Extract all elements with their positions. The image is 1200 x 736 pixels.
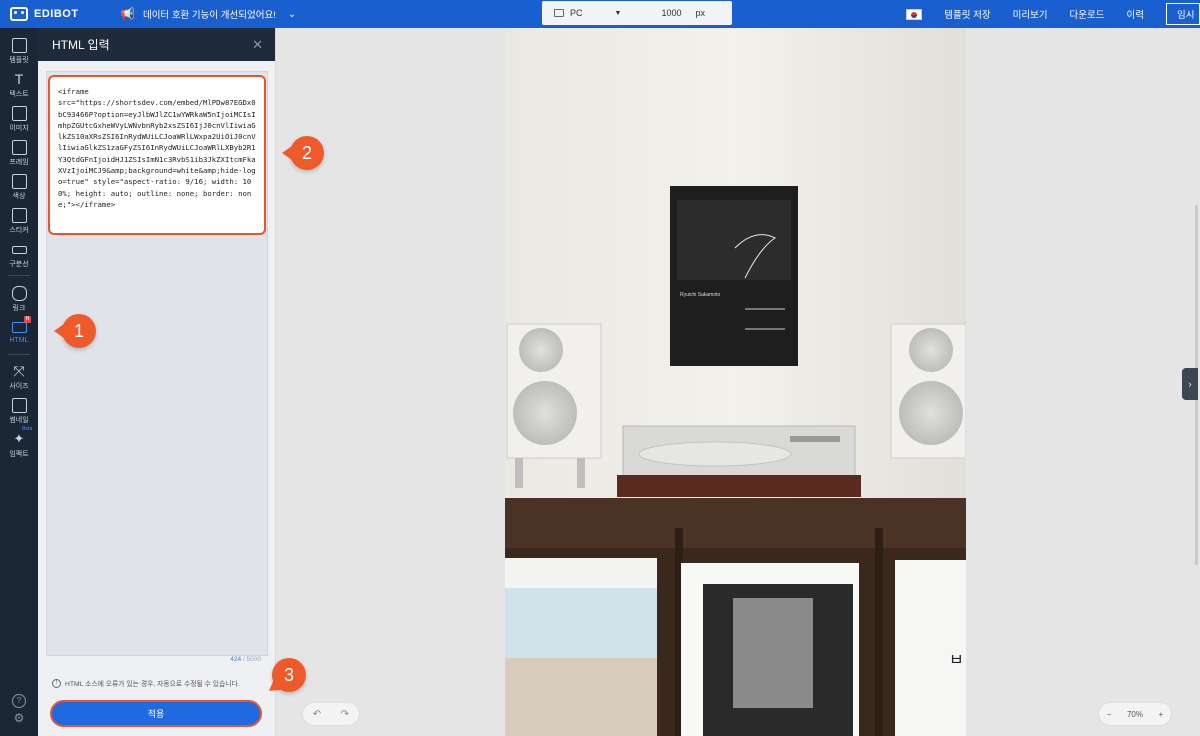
callout-1: 1 [54,314,96,348]
new-badge: N [24,316,31,323]
rail-item-image[interactable]: 이미지 [0,106,38,133]
info-icon: ! [52,678,61,688]
zoom-level: 70% [1126,709,1143,719]
rail-item-label: 텍스트 [9,91,29,98]
frame-icon [11,140,27,155]
history-button[interactable]: 이력 [1127,7,1144,21]
top-actions: 템플릿 저장 미리보기 다운로드 이력 임시 [906,0,1200,28]
rail-item-label: 구분선 [9,261,29,268]
rail-item-label: 프레임 [9,159,29,166]
rail-item-label: 스티커 [9,227,29,234]
info-text: HTML 소스에 오류가 있는 경우, 자동으로 수정될 수 있습니다. [65,681,240,688]
redo-icon[interactable]: ↷ [341,709,349,720]
thumbnail-icon [11,398,27,413]
zoom-out-button[interactable]: − [1107,710,1112,719]
rail-item-divider[interactable]: 구분선 [0,242,38,269]
rail-item-label: 임팩트 [9,451,29,458]
color-icon [11,174,27,189]
tool-rail: 템플릿 T 텍스트 이미지 프레임 색상 스티커 구분선 링크 N HTML ⤧… [0,28,38,736]
close-icon[interactable]: ✕ [252,37,263,53]
callout-3: 3 [272,658,306,692]
robot-icon [10,7,28,21]
logo[interactable]: EDIBOT [0,7,110,21]
resize-icon: ⤧ [13,363,25,379]
rail-item-label: 썸네일 [9,417,29,424]
text-icon: T [14,71,24,87]
notice-banner[interactable]: 📢 데이터 호환 기능이 개선되었어요! ⌄ [120,7,360,21]
html-icon [11,322,27,333]
canvas-photo[interactable]: Ryuichi Sakamoto ㅂㅂ [505,28,966,736]
rail-item-thumbnail[interactable]: 썸네일 [0,398,38,425]
char-count-max: / 5000 [242,656,261,663]
rail-item-label: HTML [9,337,29,344]
rail-item-label: 색상 [12,193,26,200]
rail-item-sticker[interactable]: 스티커 [0,208,38,235]
rail-divider [8,354,30,355]
sparkle-icon: ✦ [13,431,25,446]
chevron-down-icon[interactable]: ⌄ [288,9,296,20]
monitor-icon [554,9,564,17]
rail-divider [8,275,30,276]
info-note: ! HTML 소스에 오류가 있는 경우, 자동으로 수정될 수 있습니다. [52,678,240,688]
megaphone-icon: 📢 [120,7,135,21]
rail-item-label: 이미지 [9,125,29,132]
width-unit: px [695,8,705,18]
album-letters: ㅂㅂ [949,652,966,669]
device-select[interactable]: PC [570,8,583,18]
zoom-in-button[interactable]: + [1159,710,1164,719]
rail-item-label: 링크 [12,305,26,312]
beta-badge: Beta [22,426,33,432]
rail-item-text[interactable]: T 텍스트 [0,72,38,99]
rail-item-link[interactable]: 링크 [0,286,38,313]
logo-text: EDIBOT [34,8,79,20]
zoom-controls: − 70% + [1098,702,1172,726]
poster-title: Ryuichi Sakamoto [680,292,721,298]
undo-icon[interactable]: ↶ [313,709,321,720]
panel-header: HTML 입력 ✕ [38,28,275,61]
divider-icon [11,246,27,254]
template-icon [11,38,27,53]
temp-save-button[interactable]: 임시 [1166,3,1200,25]
panel-title: HTML 입력 [52,38,110,52]
rail-item-label: 템플릿 [9,57,29,64]
korean-flag-icon[interactable] [906,8,923,20]
notice-text: 데이터 호환 기능이 개선되었어요! [142,10,276,21]
top-bar: EDIBOT 📢 데이터 호환 기능이 개선되었어요! ⌄ PC ▼ 1000 … [0,0,1200,28]
rail-item-color[interactable]: 색상 [0,174,38,201]
rail-item-impact[interactable]: ✦ Beta 임팩트 [0,426,38,459]
chevron-right-icon[interactable]: › [1182,368,1198,400]
gear-icon[interactable]: ⚙ [12,712,26,727]
char-counter: 424 / 5000 [230,656,261,663]
sticker-icon [11,208,27,223]
rail-item-label: 사이즈 [9,383,29,390]
char-count-current: 424 [230,656,242,663]
download-button[interactable]: 다운로드 [1070,7,1105,21]
callout-2: 2 [282,136,324,170]
apply-button[interactable]: 적용 [50,700,262,727]
device-width-control: PC ▼ 1000 px [542,1,732,25]
caret-down-icon[interactable]: ▼ [615,10,622,17]
link-icon [11,286,27,301]
undo-redo-controls: ↶ ↷ [302,702,360,726]
html-code-input[interactable]: <iframe src="https://shortsdev.com/embed… [48,75,266,235]
width-input[interactable]: 1000 [661,8,681,18]
image-icon [11,106,27,121]
rail-item-html[interactable]: N HTML [0,316,38,344]
help-icon[interactable]: ? [12,694,26,708]
room-photo-image: Ryuichi Sakamoto ㅂㅂ [505,28,966,736]
preview-button[interactable]: 미리보기 [1013,7,1048,21]
rail-item-frame[interactable]: 프레임 [0,140,38,167]
save-template-button[interactable]: 템플릿 저장 [944,7,990,21]
rail-item-size[interactable]: ⤧ 사이즈 [0,364,38,391]
rail-item-template[interactable]: 템플릿 [0,38,38,65]
